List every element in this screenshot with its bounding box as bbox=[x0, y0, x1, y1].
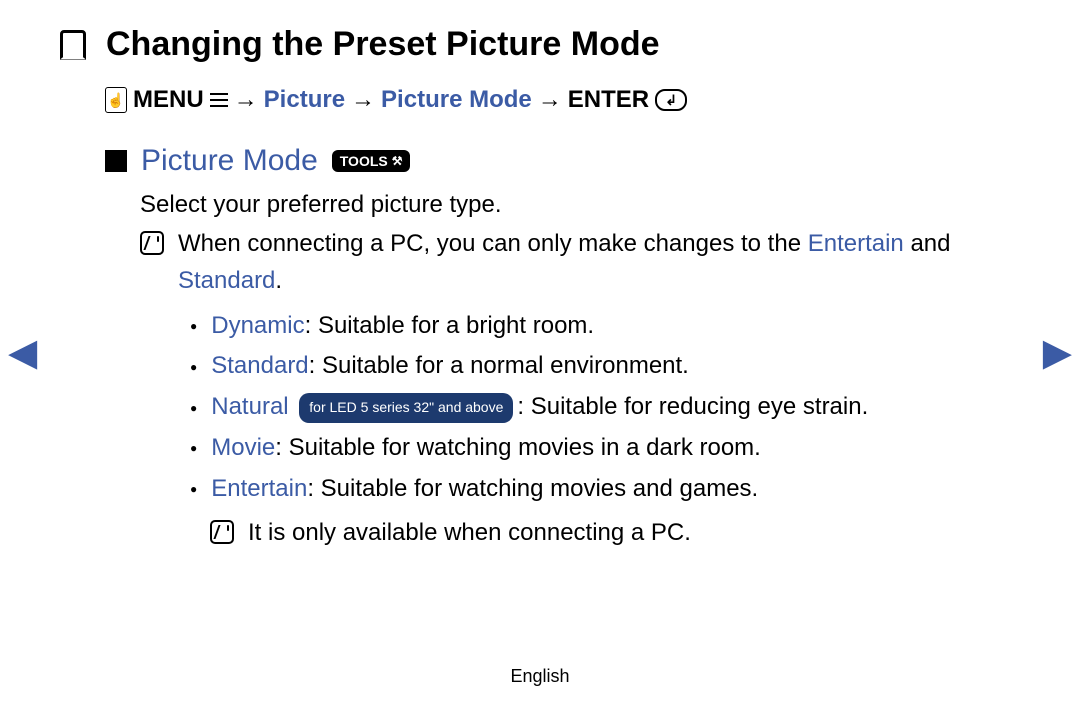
options-list: Dynamic: Suitable for a bright room. Sta… bbox=[190, 306, 1020, 510]
sub-note-row: It is only available when connecting a P… bbox=[210, 514, 1020, 551]
model-pill: for LED 5 series 32" and above bbox=[299, 393, 513, 423]
menu-label: MENU bbox=[133, 86, 204, 114]
arrow-icon: → bbox=[234, 86, 258, 114]
option-desc: : Suitable for a bright room. bbox=[305, 312, 594, 339]
hand-icon bbox=[105, 87, 127, 113]
option-entertain: Entertain: Suitable for watching movies … bbox=[190, 469, 1020, 510]
note-row: When connecting a PC, you can only make … bbox=[140, 225, 1020, 299]
footer-language: English bbox=[0, 666, 1080, 687]
page-content: Changing the Preset Picture Mode MENU → … bbox=[0, 0, 1080, 551]
section-intro: Select your preferred picture type. bbox=[140, 186, 1020, 223]
option-label: Movie bbox=[211, 434, 275, 461]
arrow-icon: → bbox=[351, 86, 375, 114]
page-title: Changing the Preset Picture Mode bbox=[106, 25, 660, 64]
tools-icon: ⚒ bbox=[392, 154, 403, 168]
square-bullet-icon bbox=[105, 150, 127, 172]
section-heading-row: Picture Mode TOOLS ⚒ bbox=[105, 144, 1020, 178]
option-label: Dynamic bbox=[211, 312, 304, 339]
section-heading: Picture Mode bbox=[141, 144, 318, 178]
option-natural: Natural for LED 5 series 32" and above: … bbox=[190, 387, 1020, 428]
menu-bars-icon bbox=[210, 93, 228, 107]
option-movie: Movie: Suitable for watching movies in a… bbox=[190, 428, 1020, 469]
option-label: Standard bbox=[211, 352, 308, 379]
note-prefix: When connecting a PC, you can only make … bbox=[178, 230, 808, 257]
note-text: When connecting a PC, you can only make … bbox=[178, 225, 1020, 299]
note-link-entertain: Entertain bbox=[808, 230, 904, 257]
enter-label: ENTER bbox=[568, 86, 649, 114]
option-standard: Standard: Suitable for a normal environm… bbox=[190, 346, 1020, 387]
option-label: Entertain bbox=[211, 475, 307, 502]
sub-note-text: It is only available when connecting a P… bbox=[248, 514, 691, 551]
path-step-picture: Picture bbox=[264, 86, 345, 114]
bookmark-icon bbox=[60, 30, 86, 60]
note-icon bbox=[210, 520, 234, 544]
note-suffix: . bbox=[275, 267, 282, 294]
menu-path: MENU → Picture → Picture Mode → ENTER bbox=[105, 86, 1020, 114]
next-page-arrow[interactable]: ▶ bbox=[1043, 330, 1072, 375]
note-and: and bbox=[904, 230, 951, 257]
tools-label: TOOLS bbox=[340, 153, 388, 169]
enter-icon bbox=[655, 89, 687, 111]
option-desc: : Suitable for watching movies and games… bbox=[307, 475, 758, 502]
path-step-picture-mode: Picture Mode bbox=[381, 86, 532, 114]
option-desc: : Suitable for watching movies in a dark… bbox=[275, 434, 761, 461]
tools-badge: TOOLS ⚒ bbox=[332, 150, 411, 172]
prev-page-arrow[interactable]: ▶ bbox=[8, 330, 37, 375]
option-dynamic: Dynamic: Suitable for a bright room. bbox=[190, 306, 1020, 347]
title-row: Changing the Preset Picture Mode bbox=[60, 25, 1020, 64]
note-icon bbox=[140, 231, 164, 255]
option-desc: : Suitable for reducing eye strain. bbox=[517, 393, 868, 420]
option-label: Natural bbox=[211, 393, 288, 420]
note-link-standard: Standard bbox=[178, 267, 275, 294]
arrow-icon: → bbox=[538, 86, 562, 114]
option-desc: : Suitable for a normal environment. bbox=[309, 352, 689, 379]
